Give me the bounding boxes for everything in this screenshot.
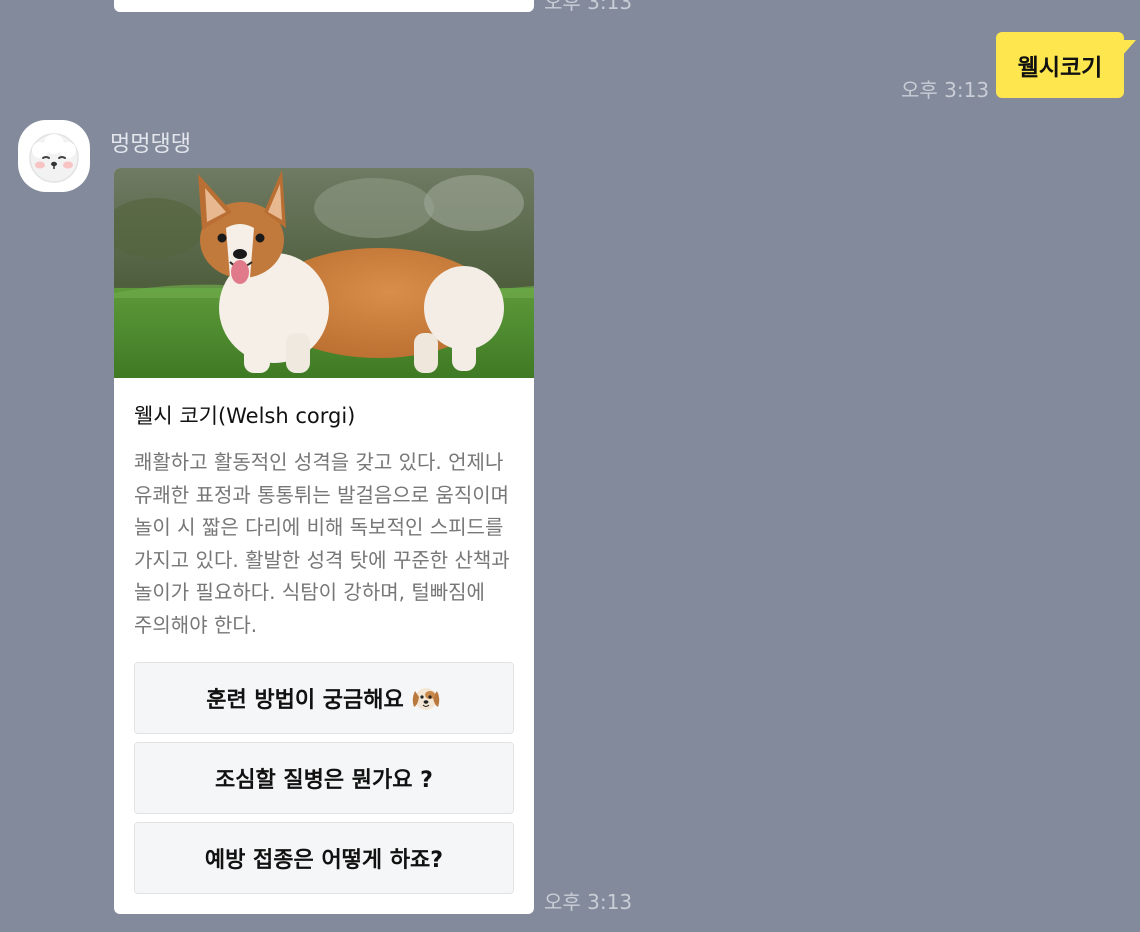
welsh-corgi-photo <box>114 168 534 378</box>
training-method-button[interactable]: 훈련 방법이 궁금해요 <box>134 662 514 734</box>
training-method-label: 훈련 방법이 궁금해요 <box>206 688 404 713</box>
dog-face-emoji-icon <box>412 688 440 710</box>
breed-info-card: 웰시 코기(Welsh corgi) 쾌활하고 활동적인 성격을 갖고 있다. … <box>114 168 534 914</box>
bubble-tail <box>1122 40 1136 56</box>
bot-avatar[interactable] <box>18 120 90 192</box>
vaccination-button[interactable]: 예방 접종은 어떻게 하죠? <box>134 822 514 894</box>
received-message-time: 오후 3:13 <box>544 890 633 914</box>
previous-card-bottom <box>114 0 534 12</box>
vaccination-label: 예방 접종은 어떻게 하죠? <box>204 848 444 873</box>
card-description: 쾌활하고 활동적인 성격을 갖고 있다. 언제나 유쾌한 표정과 통통튀는 발걸… <box>134 450 510 637</box>
card-title: 웰시 코기(Welsh corgi) <box>134 404 356 428</box>
disease-caution-button[interactable]: 조심할 질병은 뭔가요 ? <box>134 742 514 814</box>
sent-message-time: 오후 3:13 <box>901 78 990 102</box>
white-dog-face-icon <box>29 133 79 183</box>
sent-message-text: 웰시코기 <box>1017 55 1103 81</box>
bot-name: 멍멍댕댕 <box>110 132 191 157</box>
previous-message-time: 오후 3:13 <box>544 0 633 14</box>
disease-caution-label: 조심할 질병은 뭔가요 ? <box>215 768 433 793</box>
sent-message-bubble[interactable]: 웰시코기 <box>996 32 1124 98</box>
